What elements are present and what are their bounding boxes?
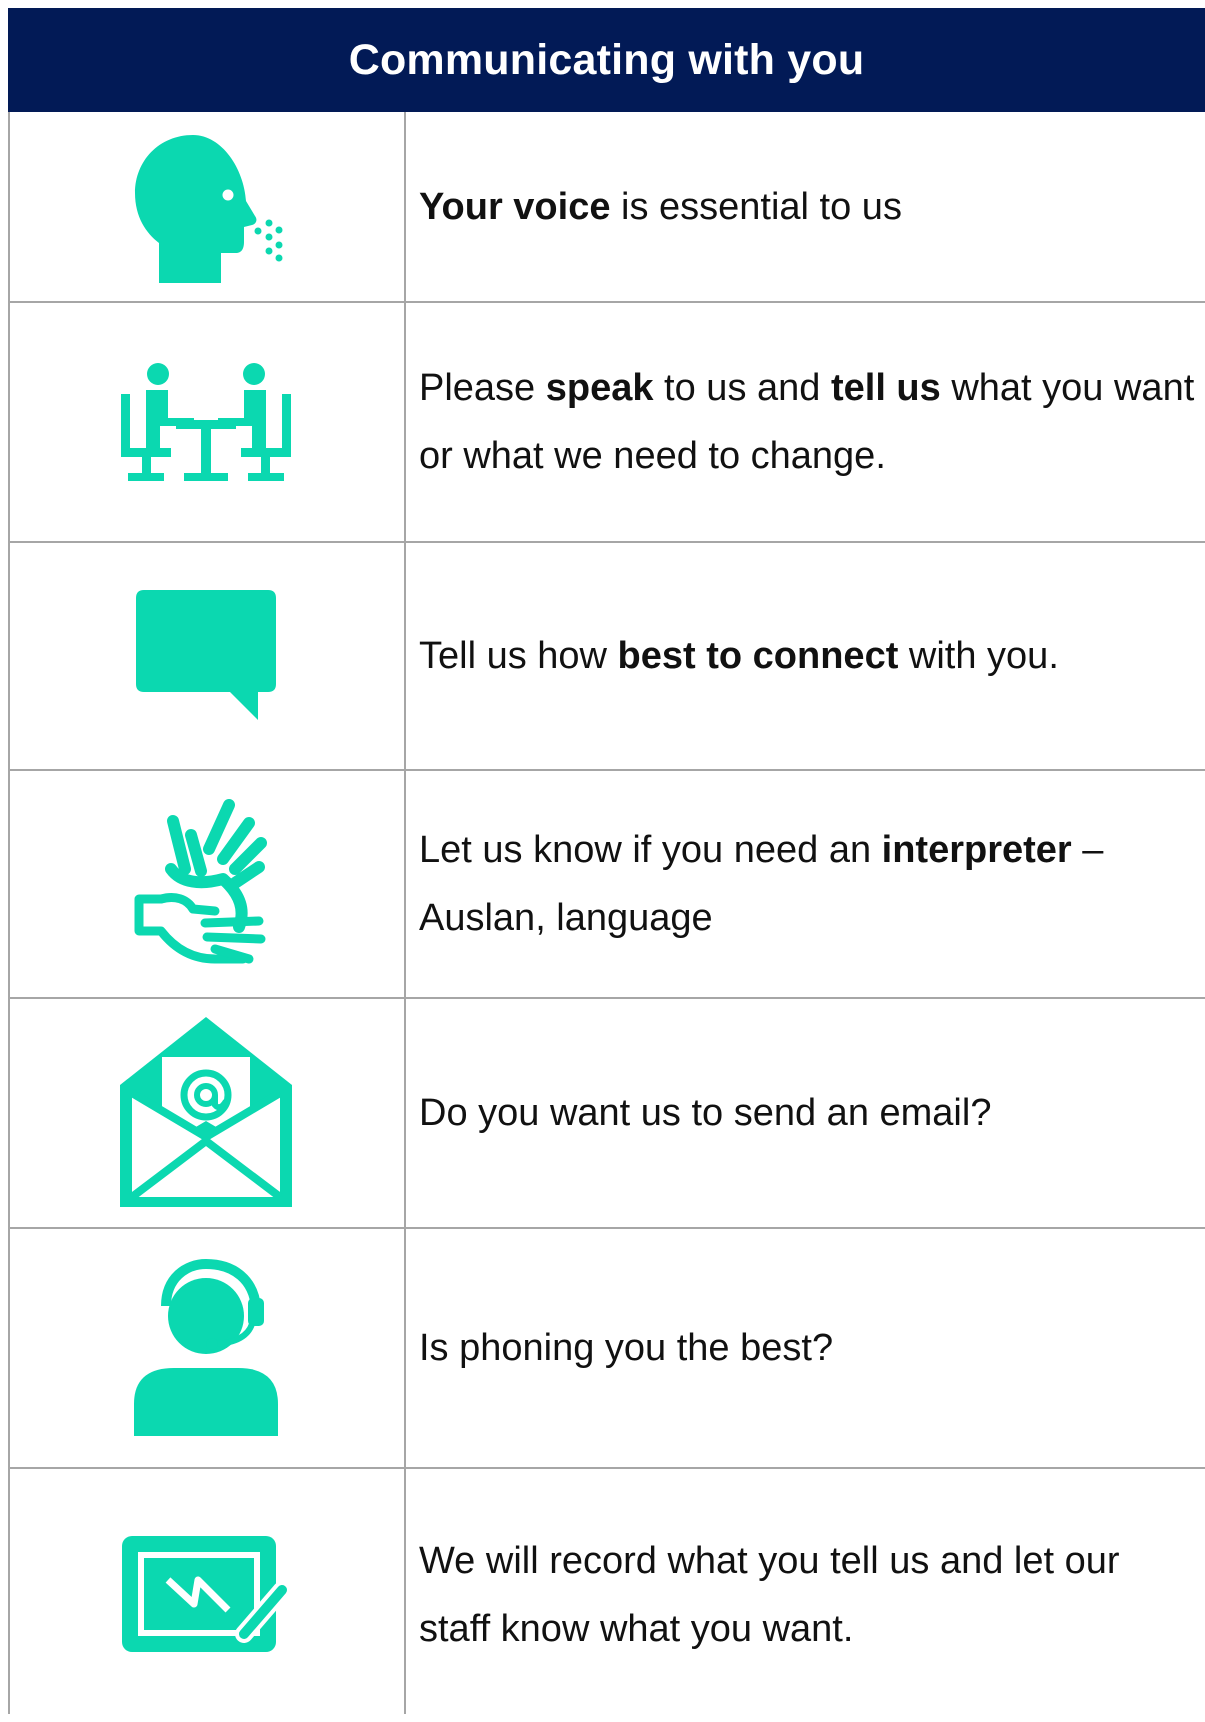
row-text: Let us know if you need an interpreter –… — [419, 816, 1205, 952]
text-cell: We will record what you tell us and let … — [419, 1468, 1205, 1722]
text-regular: is essential to us — [610, 186, 902, 228]
text-bold: speak — [545, 367, 654, 409]
row-text: Please speak to us and tell us what you … — [419, 354, 1205, 490]
text-cell: Tell us how best to connect with you. — [419, 542, 1205, 770]
icon-cell — [8, 1228, 404, 1468]
table-row: Please speak to us and tell us what you … — [8, 302, 1205, 542]
text-bold: tell us — [830, 367, 941, 409]
speaking-head-icon — [135, 135, 283, 283]
table-row: Let us know if you need an interpreter –… — [8, 770, 1205, 998]
text-cell: Let us know if you need an interpreter –… — [419, 770, 1205, 998]
text-cell: Do you want us to send an email? — [419, 998, 1205, 1228]
text-regular: Let us know if you need an — [419, 829, 882, 871]
text-bold: best to connect — [617, 635, 899, 677]
text-bold: interpreter — [881, 829, 1072, 871]
text-regular: to us and — [653, 367, 831, 409]
text-regular: with you. — [898, 635, 1059, 677]
table-row: Tell us how best to connect with you. — [8, 542, 1205, 770]
row-text: Your voice is essential to us — [419, 173, 912, 241]
text-bold: Your voice — [419, 186, 611, 228]
tablet-stylus-icon — [122, 1536, 291, 1652]
row-text: Do you want us to send an email? — [419, 1092, 992, 1134]
table-row: We will record what you tell us and let … — [8, 1468, 1205, 1722]
table-row: Your voice is essential to us — [8, 112, 1205, 302]
text-regular: Please — [419, 367, 546, 409]
sign-language-icon — [134, 799, 267, 964]
icon-cell — [8, 770, 404, 998]
communication-table: Communicating with you Your voice is ess… — [8, 8, 1205, 1714]
row-text: Tell us how best to connect with you. — [419, 622, 1069, 690]
speech-bubble-icon — [136, 590, 276, 720]
text-cell: Is phoning you the best? — [419, 1228, 1205, 1468]
icon-cell — [8, 1468, 404, 1722]
icon-cell — [8, 542, 404, 770]
text-cell: Please speak to us and tell us what you … — [419, 302, 1205, 542]
icon-cell — [8, 112, 404, 302]
table-row: Do you want us to send an email? — [8, 998, 1205, 1228]
email-envelope-icon — [120, 1017, 292, 1207]
headset-person-icon — [134, 1258, 278, 1436]
text-regular: Tell us how — [419, 635, 618, 677]
page-title: Communicating with you — [348, 35, 865, 84]
icon-cell — [8, 302, 404, 542]
people-meeting-icon — [121, 363, 291, 481]
table-header: Communicating with you — [8, 8, 1205, 112]
table-row: Is phoning you the best? — [8, 1228, 1205, 1468]
icon-cell — [8, 998, 404, 1228]
row-text: We will record what you tell us and let … — [419, 1540, 1120, 1650]
row-text: Is phoning you the best? — [419, 1327, 834, 1369]
text-cell: Your voice is essential to us — [419, 112, 1205, 302]
